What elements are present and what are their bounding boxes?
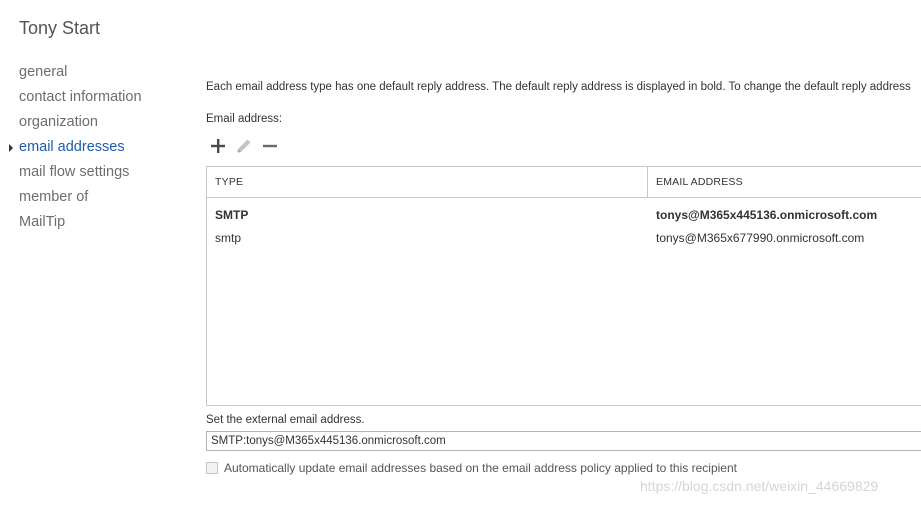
nav-item-email-addresses[interactable]: email addresses xyxy=(9,137,189,162)
external-email-label: Set the external email address. xyxy=(206,414,365,426)
table-row[interactable]: SMTP tonys@M365x445136.onmicrosoft.com xyxy=(207,204,921,226)
email-toolbar xyxy=(208,136,280,156)
sidebar-nav: general contact information organization… xyxy=(9,62,189,237)
table-row[interactable]: smtp tonys@M365x677990.onmicrosoft.com xyxy=(207,227,921,249)
cell-type: SMTP xyxy=(215,208,249,222)
email-properties-page: Tony Start general contact information o… xyxy=(0,0,921,505)
external-email-input[interactable] xyxy=(206,431,921,451)
description-text: Each email address type has one default … xyxy=(206,81,911,93)
nav-item-label: email addresses xyxy=(19,139,125,155)
edit-button[interactable] xyxy=(234,136,254,156)
watermark-text: https://blog.csdn.net/weixin_44669829 xyxy=(640,478,879,494)
auto-update-row: Automatically update email addresses bas… xyxy=(206,460,737,476)
column-divider xyxy=(647,167,648,198)
page-title: Tony Start xyxy=(19,18,101,38)
main-content: Each email address type has one default … xyxy=(206,0,921,505)
cell-email-address: tonys@M365x445136.onmicrosoft.com xyxy=(656,208,878,222)
remove-button[interactable] xyxy=(260,136,280,156)
column-header-type[interactable]: TYPE xyxy=(215,167,243,198)
grid-header: TYPE EMAIL ADDRESS xyxy=(207,167,921,198)
auto-update-checkbox[interactable] xyxy=(206,462,218,474)
email-address-label: Email address: xyxy=(206,113,283,125)
nav-item-contact-information[interactable]: contact information xyxy=(19,87,189,112)
auto-update-label: Automatically update email addresses bas… xyxy=(224,461,737,475)
nav-item-general[interactable]: general xyxy=(19,62,189,87)
email-address-grid: TYPE EMAIL ADDRESS SMTP tonys@M365x44513… xyxy=(206,166,921,406)
nav-item-organization[interactable]: organization xyxy=(19,112,189,137)
pencil-icon xyxy=(237,139,251,153)
nav-item-mailtip[interactable]: MailTip xyxy=(19,212,189,237)
add-button[interactable] xyxy=(208,136,228,156)
selected-arrow-icon xyxy=(9,144,13,152)
cell-email-address: tonys@M365x677990.onmicrosoft.com xyxy=(656,231,865,245)
minus-icon xyxy=(263,144,277,148)
column-header-email-address[interactable]: EMAIL ADDRESS xyxy=(656,167,743,198)
cell-type: smtp xyxy=(215,231,242,245)
plus-icon xyxy=(211,139,225,153)
nav-item-member-of[interactable]: member of xyxy=(19,187,189,212)
nav-item-mail-flow-settings[interactable]: mail flow settings xyxy=(19,162,189,187)
